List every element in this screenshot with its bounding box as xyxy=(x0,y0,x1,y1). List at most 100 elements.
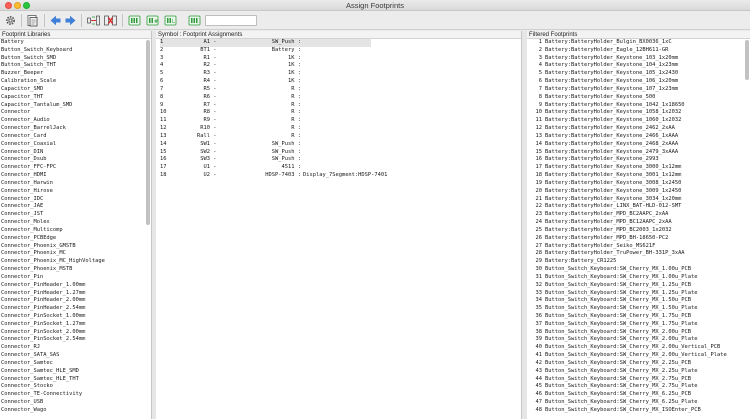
library-item[interactable]: Connector_Card xyxy=(1,133,151,141)
view-footprint-icon[interactable] xyxy=(26,14,39,27)
filtered-footprint-item[interactable]: 16 Battery:BatteryHolder_Keystone_2993 xyxy=(531,156,750,164)
filtered-footprint-item[interactable]: 30 Button_Switch_Keyboard:SW_Cherry_MX_1.… xyxy=(531,266,750,274)
assignment-row[interactable]: 11 R9 -R : xyxy=(160,117,521,125)
filtered-footprint-item[interactable]: 32 Button_Switch_Keyboard:SW_Cherry_MX_1.… xyxy=(531,282,750,290)
filtered-footprint-item[interactable]: 26 Battery:BatteryHolder_MPD_BH-18650-PC2 xyxy=(531,235,750,243)
filtered-footprint-item[interactable]: 6 Battery:BatteryHolder_Keystone_106_1x20… xyxy=(531,78,750,86)
filtered-footprint-item[interactable]: 35 Button_Switch_Keyboard:SW_Cherry_MX_1.… xyxy=(531,305,750,313)
library-item[interactable]: Connector_TE-Connectivity xyxy=(1,391,151,399)
filtered-footprint-item[interactable]: 14 Battery:BatteryHolder_Keystone_2468_2x… xyxy=(531,141,750,149)
filtered-footprint-item[interactable]: 46 Button_Switch_Keyboard:SW_Cherry_MX_6.… xyxy=(531,391,750,399)
filtered-footprint-item[interactable]: 5 Battery:BatteryHolder_Keystone_105_1x24… xyxy=(531,70,750,78)
library-item[interactable]: Connector xyxy=(1,109,151,117)
filtered-footprint-item[interactable]: 33 Button_Switch_Keyboard:SW_Cherry_MX_1.… xyxy=(531,290,750,298)
library-item[interactable]: Connector_DIN xyxy=(1,149,151,157)
filtered-footprint-item[interactable]: 9 Battery:BatteryHolder_Keystone_1042_1x1… xyxy=(531,102,750,110)
library-item[interactable]: Connector_Audio xyxy=(1,117,151,125)
filtered-footprint-item[interactable]: 25 Battery:BatteryHolder_MPD_BC2003_1x203… xyxy=(531,227,750,235)
filtered-footprint-item[interactable]: 21 Battery:BatteryHolder_Keystone_3034_1x… xyxy=(531,196,750,204)
filtered-footprint-item[interactable]: 36 Button_Switch_Keyboard:SW_Cherry_MX_1.… xyxy=(531,313,750,321)
filtered-footprint-item[interactable]: 38 Button_Switch_Keyboard:SW_Cherry_MX_2.… xyxy=(531,329,750,337)
delete-associations-icon[interactable] xyxy=(104,14,117,27)
filtered-footprint-item[interactable]: 47 Button_Switch_Keyboard:SW_Cherry_MX_6.… xyxy=(531,399,750,407)
assignment-row[interactable]: 8 R6 -R : xyxy=(160,94,521,102)
assignment-row[interactable]: 15 SW2 - SW_Push : xyxy=(160,149,521,157)
library-item[interactable]: Connector_Phoenix_GMSTB xyxy=(1,243,151,251)
filter-keyword-icon[interactable] xyxy=(128,14,141,27)
library-item[interactable]: Calibration_Scale xyxy=(1,78,151,86)
filtered-footprint-item[interactable]: 8 Battery:BatteryHolder_Keystone_500 xyxy=(531,94,750,102)
filtered-footprint-item[interactable]: 29 Battery:Battery_CR1225 xyxy=(531,258,750,266)
library-item[interactable]: Capacitor_SMD xyxy=(1,86,151,94)
library-item[interactable]: Connector_PinSocket_2.00mm xyxy=(1,329,151,337)
library-item[interactable]: Connector_Dsub xyxy=(1,156,151,164)
assignment-row[interactable]: 2 BT1 - Battery : xyxy=(160,47,521,55)
filtered-footprint-item[interactable]: 24 Battery:BatteryHolder_MPD_BC12AAPC_2xA… xyxy=(531,219,750,227)
library-item[interactable]: Connector_PinSocket_2.54mm xyxy=(1,336,151,344)
library-item[interactable]: Connector_Phoenix_MC xyxy=(1,250,151,258)
library-item[interactable]: Connector_PinSocket_1.27mm xyxy=(1,321,151,329)
assignment-row[interactable]: 13 Rall -R : xyxy=(160,133,521,141)
filtered-footprint-item[interactable]: 31 Button_Switch_Keyboard:SW_Cherry_MX_1.… xyxy=(531,274,750,282)
filtered-footprint-item[interactable]: 34 Button_Switch_Keyboard:SW_Cherry_MX_1.… xyxy=(531,297,750,305)
library-item[interactable]: Connector_Pin xyxy=(1,274,151,282)
arrow-left-icon[interactable] xyxy=(49,14,62,27)
filtered-footprint-item[interactable]: 43 Button_Switch_Keyboard:SW_Cherry_MX_2.… xyxy=(531,368,750,376)
library-item[interactable]: Button_Switch_THT xyxy=(1,62,151,70)
library-item[interactable]: Connector_PinHeader_1.27mm xyxy=(1,290,151,298)
library-item[interactable]: Connector_Harwin xyxy=(1,180,151,188)
library-item[interactable]: Capacitor_THT xyxy=(1,94,151,102)
filtered-footprint-item[interactable]: 7 Battery:BatteryHolder_Keystone_107_1x23… xyxy=(531,86,750,94)
library-item[interactable]: Connector_Phoenix_MSTB xyxy=(1,266,151,274)
library-item[interactable]: Connector_Hirose xyxy=(1,188,151,196)
assignment-row[interactable]: 6 R4 -1K : xyxy=(160,78,521,86)
library-item[interactable]: Connector_Stocko xyxy=(1,383,151,391)
library-item[interactable]: Capacitor_Tantalum_SMD xyxy=(1,102,151,110)
filtered-footprint-item[interactable]: 11 Battery:BatteryHolder_Keystone_1060_1x… xyxy=(531,117,750,125)
filtered-footprint-item[interactable]: 17 Battery:BatteryHolder_Keystone_3000_1x… xyxy=(531,164,750,172)
filtered-footprint-item[interactable]: 44 Button_Switch_Keyboard:SW_Cherry_MX_2.… xyxy=(531,376,750,384)
library-item[interactable]: Connector_PCBEdge xyxy=(1,235,151,243)
library-item[interactable]: Connector_PinHeader_1.00mm xyxy=(1,282,151,290)
library-item[interactable]: Connector_Molex xyxy=(1,219,151,227)
library-item[interactable]: Connector_JAE xyxy=(1,203,151,211)
auto-associate-icon[interactable] xyxy=(87,14,100,27)
library-item[interactable]: Connector_Multicomp xyxy=(1,227,151,235)
filter-by-name-icon[interactable] xyxy=(188,14,201,27)
assignment-row[interactable]: 12 R10 -R : xyxy=(160,125,521,133)
filtered-footprint-item[interactable]: 39 Button_Switch_Keyboard:SW_Cherry_MX_2.… xyxy=(531,336,750,344)
filtered-footprint-item[interactable]: 28 Battery:BatteryHolder_TruPower_BH-331P… xyxy=(531,250,750,258)
filtered-footprint-item[interactable]: 1 Battery:BatteryHolder_Bulgin_BX0036_1xC xyxy=(531,39,750,47)
filtered-footprint-item[interactable]: 22 Battery:BatteryHolder_LINX_BAT-HLD-012… xyxy=(531,203,750,211)
filtered-footprint-item[interactable]: 20 Battery:BatteryHolder_Keystone_3009_1x… xyxy=(531,188,750,196)
filtered-footprint-item[interactable]: 27 Battery:BatteryHolder_Seiko_MS621F xyxy=(531,243,750,251)
assignment-row[interactable]: 18 U2 - HDSP-7403 : Display_7Segment:HDSP-7… xyxy=(160,172,521,180)
filtered-footprint-item[interactable]: 13 Battery:BatteryHolder_Keystone_2466_1x… xyxy=(531,133,750,141)
filtered-footprint-item[interactable]: 42 Button_Switch_Keyboard:SW_Cherry_MX_2.… xyxy=(531,360,750,368)
filtered-footprint-item[interactable]: 2 Battery:BatteryHolder_Eagle_12BH611-GR xyxy=(531,47,750,55)
filtered-footprint-item[interactable]: 18 Battery:BatteryHolder_Keystone_3001_1x… xyxy=(531,172,750,180)
assignment-row[interactable]: 17 U1 -4511 : xyxy=(160,164,521,172)
filtered-scrollbar[interactable] xyxy=(745,40,749,80)
library-item[interactable]: Connector_BarrelJack xyxy=(1,125,151,133)
filtered-footprint-item[interactable]: 12 Battery:BatteryHolder_Keystone_2462_2x… xyxy=(531,125,750,133)
settings-icon[interactable] xyxy=(4,14,17,27)
filtered-footprint-item[interactable]: 15 Battery:BatteryHolder_Keystone_2479_3x… xyxy=(531,149,750,157)
library-item[interactable]: Connector_JST xyxy=(1,211,151,219)
assignment-row[interactable]: 4 R2 -1K : xyxy=(160,62,521,70)
library-item[interactable]: Connector_Samtec_HLE_THT xyxy=(1,376,151,384)
assignment-row[interactable]: 16 SW3 - SW_Push : xyxy=(160,156,521,164)
filtered-footprint-item[interactable]: 4 Battery:BatteryHolder_Keystone_104_1x23… xyxy=(531,62,750,70)
assignment-row[interactable]: 14 SW1 - SW_Push : xyxy=(160,141,521,149)
assignment-row[interactable]: 10 R8 -R : xyxy=(160,109,521,117)
filter-pin-count-icon[interactable]: # xyxy=(146,14,159,27)
assignment-row[interactable]: 1 A1 - SW_Push : xyxy=(160,39,371,47)
library-item[interactable]: Connector_USB xyxy=(1,399,151,407)
filtered-footprint-item[interactable]: 19 Battery:BatteryHolder_Keystone_3008_1x… xyxy=(531,180,750,188)
filtered-footprint-item[interactable]: 40 Button_Switch_Keyboard:SW_Cherry_MX_2.… xyxy=(531,344,750,352)
library-item[interactable]: Buzzer_Beeper xyxy=(1,70,151,78)
library-item[interactable]: Connector_IDC xyxy=(1,196,151,204)
libraries-scrollbar[interactable] xyxy=(146,40,150,225)
filtered-footprint-item[interactable]: 48 Button_Switch_Keyboard:SW_Cherry_MX_IS… xyxy=(531,407,750,415)
library-item[interactable]: Connector_Phoenix_MC_HighVoltage xyxy=(1,258,151,266)
